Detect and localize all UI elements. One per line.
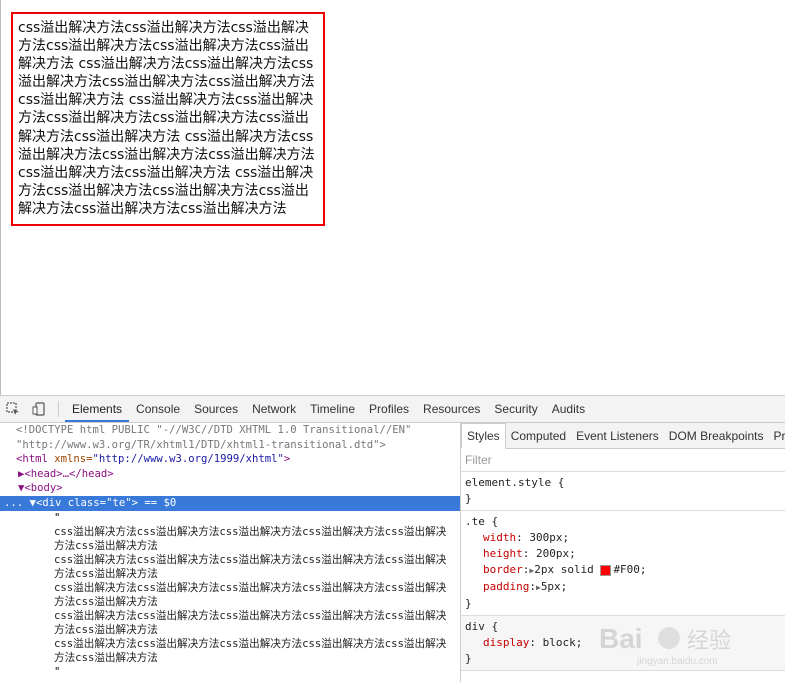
baidu-jingyan-watermark: Bai 经验 jingyan.baidu.com [597, 618, 767, 668]
text-node-line[interactable]: css溢出解决方法css溢出解决方法css溢出解决方法css溢出解决方法css溢… [0, 581, 460, 609]
overflow-box: css溢出解决方法css溢出解决方法css溢出解决方法css溢出解决方法css溢… [11, 12, 325, 226]
svg-text:经验: 经验 [687, 629, 731, 654]
tab-computed[interactable]: Computed [506, 424, 571, 448]
rule-close: } [465, 492, 472, 505]
head-node[interactable]: ▶<head>…</head> [0, 467, 460, 482]
styles-pane: Styles Computed Event Listeners DOM Brea… [461, 423, 785, 682]
css-property[interactable]: padding:▶5px; [465, 579, 781, 596]
text-quote-close: " [54, 666, 61, 679]
html-node[interactable]: <html xmlns="http://www.w3.org/1999/xhtm… [0, 452, 460, 467]
page-viewport: css溢出解决方法css溢出解决方法css溢出解决方法css溢出解决方法css溢… [0, 0, 785, 395]
rule-selector: element.style { [465, 476, 565, 489]
tab-event-listeners[interactable]: Event Listeners [571, 424, 664, 448]
tab-security[interactable]: Security [487, 396, 544, 422]
inspect-element-icon[interactable] [0, 396, 26, 422]
text-node-line[interactable]: css溢出解决方法css溢出解决方法css溢出解决方法css溢出解决方法css溢… [0, 637, 460, 665]
elements-tree: <!DOCTYPE html PUBLIC "-//W3C//DTD XHTML… [0, 423, 461, 682]
svg-text:jingyan.baidu.com: jingyan.baidu.com [636, 656, 718, 667]
toolbar-divider [58, 401, 59, 417]
tab-resources[interactable]: Resources [416, 396, 487, 422]
devtools-toolbar: Elements Console Sources Network Timelin… [0, 396, 785, 423]
text-node-line[interactable]: css溢出解决方法css溢出解决方法css溢出解决方法css溢出解决方法css溢… [0, 553, 460, 581]
css-property[interactable]: height: 200px; [465, 546, 781, 562]
svg-text:Bai: Bai [599, 623, 643, 654]
doctype-line[interactable]: <!DOCTYPE html PUBLIC "-//W3C//DTD XHTML… [0, 423, 460, 438]
tab-network[interactable]: Network [245, 396, 303, 422]
text-node-line[interactable]: css溢出解决方法css溢出解决方法css溢出解决方法css溢出解决方法css溢… [0, 609, 460, 637]
tab-styles[interactable]: Styles [461, 423, 506, 449]
device-mode-icon[interactable] [26, 396, 52, 422]
tab-timeline[interactable]: Timeline [303, 396, 362, 422]
devtools-panel: Elements Console Sources Network Timelin… [0, 395, 785, 682]
tab-audits[interactable]: Audits [545, 396, 592, 422]
rule-close: } [465, 597, 472, 610]
text-quote-open: " [54, 511, 61, 524]
doctype-line-2[interactable]: "http://www.w3.org/TR/xhtml1/DTD/xhtml1-… [0, 438, 460, 453]
body-node[interactable]: ▼<body> [0, 481, 460, 496]
tab-properties[interactable]: Pro [768, 424, 785, 448]
selected-div-node[interactable]: ... ▼<div class="te"> == $0 [0, 495, 460, 511]
tab-dom-breakpoints[interactable]: DOM Breakpoints [664, 424, 769, 448]
text-node-line[interactable]: css溢出解决方法css溢出解决方法css溢出解决方法css溢出解决方法css溢… [0, 525, 460, 553]
styles-filter-input[interactable]: Filter [461, 449, 785, 472]
css-property[interactable]: width: 300px; [465, 530, 781, 546]
styles-tabbar: Styles Computed Event Listeners DOM Brea… [461, 423, 785, 449]
element-style-rule[interactable]: element.style { } [461, 472, 785, 511]
tab-profiles[interactable]: Profiles [362, 396, 416, 422]
tab-console[interactable]: Console [129, 396, 187, 422]
color-swatch-icon[interactable] [600, 564, 612, 576]
css-property[interactable]: border:▶2px solid #F00; [465, 562, 781, 579]
tab-sources[interactable]: Sources [187, 396, 245, 422]
rule-selector: .te { [465, 515, 499, 528]
tab-elements[interactable]: Elements [65, 396, 130, 422]
te-style-rule[interactable]: .te { width: 300px; height: 200px; borde… [461, 511, 785, 616]
